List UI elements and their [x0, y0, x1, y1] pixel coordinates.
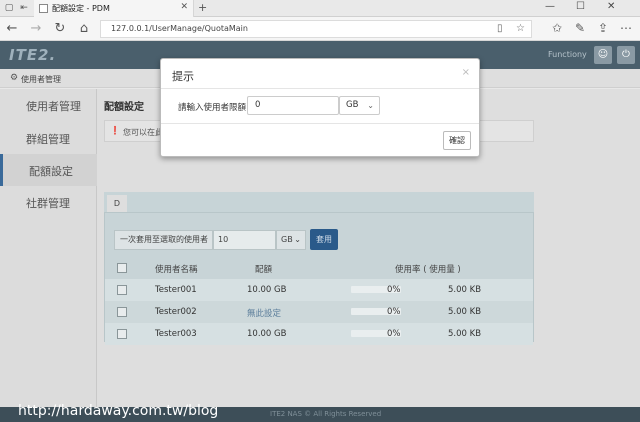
info-text: 您可以在此 [123, 128, 163, 137]
confirm-button[interactable]: 確認 [443, 131, 471, 150]
row-percent: 0% [387, 285, 401, 295]
batch-unit-value: GB [281, 235, 293, 244]
row-checkbox[interactable] [117, 329, 127, 339]
address-input[interactable]: 127.0.0.1/UserManage/QuotaMain ▯ ☆ [100, 20, 532, 38]
row-used: 5.00 KB [448, 307, 482, 317]
browser-tab[interactable]: 配額設定 - PDM ✕ [34, 0, 194, 17]
reading-view-icon[interactable]: ▯ [497, 23, 503, 34]
home-icon[interactable]: ⌂ [76, 21, 92, 37]
row-quota[interactable]: 10.00 GB [247, 329, 286, 339]
share-icon[interactable]: ⇪ [598, 21, 608, 35]
refresh-icon[interactable]: ↻ [52, 21, 68, 37]
header-user: Functiony [548, 50, 587, 59]
row-quota[interactable]: 無此設定 [247, 307, 281, 319]
user-icon[interactable]: ☺ [594, 46, 612, 64]
table-row[interactable]: Tester001 10.00 GB 0% 5.00 KB [105, 279, 533, 301]
app-logo: ITE2. [9, 46, 57, 64]
sidebar: 使用者管理 群組管理 配額設定 社群管理 [0, 89, 97, 422]
header-usage: 使用率 ( 使用量 ) [395, 265, 461, 275]
row-checkbox[interactable] [117, 285, 127, 295]
row-used: 5.00 KB [448, 285, 482, 295]
sidebar-item-label: 使用者管理 [26, 100, 81, 113]
info-icon: ❗ [110, 126, 120, 135]
sidebar-item-label: 群組管理 [26, 133, 70, 146]
unit-value: GB [346, 100, 359, 110]
browser-tab-bar: ▢ ⇤ 配額設定 - PDM ✕ + — ☐ ✕ [0, 0, 640, 17]
more-icon[interactable]: ⋯ [620, 21, 632, 35]
quota-panel: 一次套用至選取的使用者 10 GB ⌄ 套用 使用者名稱 配額 使用率 ( 使用… [104, 212, 534, 345]
sidebar-item-label: 配額設定 [29, 165, 73, 178]
address-toolbar: ← → ↻ ⌂ 127.0.0.1/UserManage/QuotaMain ▯… [0, 17, 640, 41]
sidebar-item-quota[interactable]: 配額設定 [0, 154, 97, 186]
row-percent: 0% [387, 329, 401, 339]
maximize-icon[interactable]: ☐ [576, 1, 585, 12]
breadcrumb-text: 使用者管理 [21, 75, 61, 84]
watermark: http://hardaway.com.tw/blog [18, 403, 219, 419]
new-tab-icon[interactable]: + [198, 1, 207, 14]
minimize-icon[interactable]: — [545, 1, 555, 12]
gear-icon: ⚙ [10, 73, 19, 83]
tab-volume[interactable]: D [107, 195, 127, 212]
back-icon[interactable]: ← [4, 21, 20, 37]
tab-back-icon[interactable]: ⇤ [18, 2, 30, 14]
row-quota[interactable]: 10.00 GB [247, 285, 286, 295]
table-header: 使用者名稱 配額 使用率 ( 使用量 ) [105, 257, 533, 279]
batch-unit-select[interactable]: GB ⌄ [276, 230, 306, 250]
power-icon[interactable]: ⏻ [617, 46, 635, 64]
footer-text: ITE2 NAS © All Rights Reserved [270, 410, 382, 418]
table-row[interactable]: Tester003 10.00 GB 0% 5.00 KB [105, 323, 533, 345]
row-percent: 0% [387, 307, 401, 317]
row-username: Tester001 [155, 285, 197, 295]
tab-title: 配額設定 - PDM [52, 4, 110, 13]
dialog-title: 提示 [172, 70, 194, 83]
sidebar-item-user-management[interactable]: 使用者管理 [0, 89, 97, 121]
favicon-icon [39, 4, 48, 13]
table-row[interactable]: Tester002 無此設定 0% 5.00 KB [105, 301, 533, 323]
row-checkbox[interactable] [117, 307, 127, 317]
forward-icon[interactable]: → [28, 21, 44, 37]
quota-dialog: 提示 × 請輸入使用者限額: 0 GB ⌄ 確認 [160, 58, 480, 157]
row-username: Tester003 [155, 329, 197, 339]
sidebar-item-community[interactable]: 社群管理 [0, 186, 97, 218]
chevron-down-icon: ⌄ [294, 235, 301, 244]
header-username: 使用者名稱 [155, 265, 198, 275]
notes-icon[interactable]: ✎ [575, 21, 585, 35]
quota-label: 請輸入使用者限額: [178, 103, 249, 113]
url-text: 127.0.0.1/UserManage/QuotaMain [111, 24, 248, 33]
close-icon[interactable]: × [462, 67, 470, 78]
dialog-divider [161, 88, 479, 89]
sidebar-item-group-management[interactable]: 群組管理 [0, 122, 97, 154]
batch-quota-input[interactable]: 10 [213, 230, 276, 250]
header-quota: 配額 [255, 265, 273, 275]
sidebar-item-label: 社群管理 [26, 197, 70, 210]
row-used: 5.00 KB [448, 329, 482, 339]
favorites-icon[interactable]: ✩ [552, 21, 562, 35]
batch-label: 一次套用至選取的使用者 [114, 230, 213, 250]
row-username: Tester002 [155, 307, 197, 317]
apply-button[interactable]: 套用 [310, 229, 338, 250]
page-title: 配額設定 [104, 102, 144, 113]
favorite-star-icon[interactable]: ☆ [516, 23, 525, 34]
dialog-divider [161, 123, 479, 124]
quota-input[interactable]: 0 [247, 96, 339, 115]
tab-close-icon[interactable]: ✕ [180, 2, 188, 12]
unit-select[interactable]: GB ⌄ [339, 96, 380, 115]
select-all-checkbox[interactable] [117, 263, 127, 273]
volume-tabs: D [104, 192, 534, 212]
tab-preview-icon[interactable]: ▢ [3, 2, 15, 14]
chevron-down-icon: ⌄ [367, 101, 374, 110]
window-close-icon[interactable]: ✕ [607, 1, 615, 12]
